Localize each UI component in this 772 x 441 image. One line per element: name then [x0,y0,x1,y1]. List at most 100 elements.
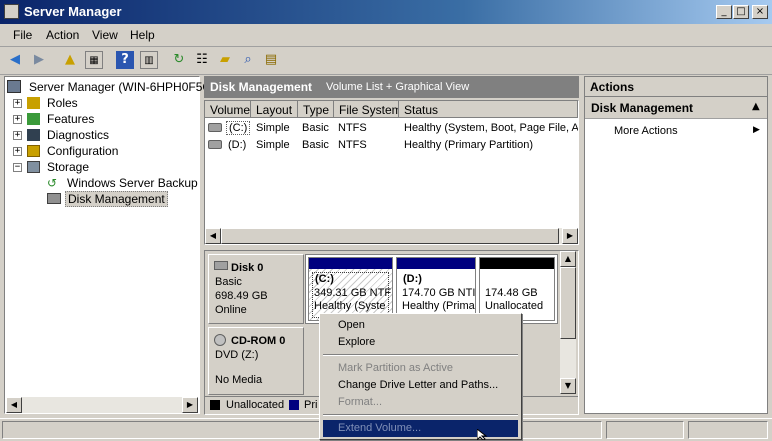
cell-layout: Simple [256,122,290,134]
minimize-button[interactable]: _ [716,5,732,19]
properties-page-icon[interactable]: ▤ [262,51,280,69]
collapse-up-icon[interactable]: ▲ [752,101,760,112]
volume-c[interactable]: (C:) 349.31 GB NTF Healthy (Syste [308,257,393,321]
scroll-right-arrow-icon[interactable]: ▶ [182,397,198,413]
disk-0-name: Disk 0 [231,262,264,274]
disk-0-state: Online [215,304,247,316]
tree-item-label: Storage [47,160,90,174]
tree-item-label: Features [47,112,95,126]
volume-list: Volume Layout Type File System Status (C… [204,100,579,245]
tree-item-label: Diagnostics [47,128,110,142]
col-file-system[interactable]: File System [334,101,399,118]
volume-bar [309,258,392,269]
menu-separator [323,414,518,416]
tree-item-label: Disk Management [65,191,168,207]
cell-volume: (C:) [226,121,251,135]
scroll-thumb[interactable] [221,228,559,244]
open-folder-icon[interactable]: ▰ [216,51,234,69]
configuration-expander[interactable]: + [13,147,22,156]
scroll-down-arrow-icon[interactable]: ▼ [560,378,576,394]
features-expander[interactable]: + [13,115,22,124]
volume-size: 174.70 GB NTI [402,287,476,299]
volume-status: Healthy (Syste [314,300,386,312]
menu-help[interactable]: Help [130,28,155,42]
menu-separator [323,354,518,356]
status-pane-2 [606,421,684,439]
disk-icon [214,261,228,270]
volume-bar [480,258,554,269]
cell-volume: (D:) [228,139,247,151]
show-hide-action-icon[interactable]: ▥ [140,51,158,69]
up-folder-icon[interactable]: ▲ [61,51,79,69]
volume-list-horizontal-scrollbar[interactable]: ◀ ▶ [205,228,578,244]
menu-item-change-drive-letter[interactable]: Change Drive Letter and Paths... [323,377,518,394]
search-disk-icon[interactable]: ⌕ [239,51,257,69]
col-type[interactable]: Type [298,101,334,118]
volume-status: Healthy (Prima [402,300,475,312]
cd-drive-icon [214,334,226,346]
scroll-right-arrow-icon[interactable]: ▶ [562,228,578,244]
console-tree: Server Manager (WIN-6HPH0F5GN + Roles + … [4,76,220,414]
scroll-up-arrow-icon[interactable]: ▲ [560,251,576,267]
menu-view[interactable]: View [92,28,118,42]
close-button[interactable]: × [752,5,768,19]
scroll-left-arrow-icon[interactable]: ◀ [6,397,22,413]
features-icon [27,113,40,125]
diagnostics-icon [27,129,40,141]
tree-root-label: Server Manager (WIN-6HPH0F5GN [29,80,221,94]
roles-expander[interactable]: + [13,99,22,108]
title-bar: Server Manager _ □ × [0,0,772,24]
table-row[interactable]: (D:) Simple Basic NTFS Healthy (Primary … [205,137,578,153]
menu-item-open[interactable]: Open [323,317,518,334]
volume-bar [397,258,475,269]
volume-d[interactable]: (D:) 174.70 GB NTI Healthy (Prima [396,257,476,321]
maximize-button[interactable]: □ [733,5,749,19]
cell-type: Basic [302,122,329,134]
cdrom-0-info[interactable]: CD-ROM 0 DVD (Z:) No Media [208,327,304,395]
disk-0-info[interactable]: Disk 0 Basic 698.49 GB Online [208,254,304,324]
refresh-icon[interactable]: ↻ [170,51,188,69]
col-layout[interactable]: Layout [251,101,298,118]
backup-icon: ↺ [47,176,58,190]
mouse-cursor-icon [477,429,488,440]
legend-primary: Pri [304,399,318,411]
window-title: Server Manager [24,4,122,19]
tree-horizontal-scrollbar[interactable]: ◀ ▶ [6,397,198,413]
menu-item-format[interactable]: Format... [323,394,518,411]
menu-item-explore[interactable]: Explore [323,334,518,351]
graphical-vertical-scrollbar[interactable]: ▲ ▼ [560,251,576,394]
storage-expander[interactable]: − [13,163,22,172]
menu-file[interactable]: File [13,28,32,42]
diagnostics-expander[interactable]: + [13,131,22,140]
center-header-subtitle: Volume List + Graphical View [326,81,470,93]
cdrom-0-kind: DVD (Z:) [215,349,259,361]
scroll-thumb[interactable] [560,267,576,339]
more-actions-label: More Actions [614,125,678,137]
forward-arrow-icon[interactable]: ▶ [30,51,48,69]
volume-size: 174.48 GB [485,287,538,299]
context-menu: Open Explore Mark Partition as Active Ch… [319,313,522,440]
volume-unallocated[interactable]: 174.48 GB Unallocated [479,257,555,321]
menu-action[interactable]: Action [46,28,79,42]
table-row[interactable]: (C:) Simple Basic NTFS Healthy (System, … [205,120,578,136]
roles-icon [27,97,40,109]
actions-pane: Actions Disk Management ▲ More Actions ▶ [584,76,768,414]
show-hide-tree-icon[interactable]: ▦ [85,51,103,69]
col-volume[interactable]: Volume [205,101,251,118]
back-arrow-icon[interactable]: ◀ [6,51,24,69]
toolbar: ◀ ▶ ▲ ▦ ? ▥ ↻ ☷ ▰ ⌕ ▤ [0,47,772,75]
properties-icon[interactable]: ☷ [193,51,211,69]
disk-management-icon [47,193,61,204]
cell-type: Basic [302,139,329,151]
menu-bar: File Action View Help [0,24,772,47]
center-header: Disk Management Volume List + Graphical … [204,76,579,98]
actions-section-header[interactable]: Disk Management ▲ [585,97,767,119]
col-status[interactable]: Status [399,101,578,118]
legend-unallocated: Unallocated [226,399,285,411]
scroll-left-arrow-icon[interactable]: ◀ [205,228,221,244]
menu-item-mark-active[interactable]: Mark Partition as Active [323,360,518,377]
submenu-arrow-icon: ▶ [753,125,760,135]
cdrom-0-name: CD-ROM 0 [231,335,286,347]
more-actions-item[interactable]: More Actions ▶ [585,123,767,141]
help-icon[interactable]: ? [116,51,134,69]
